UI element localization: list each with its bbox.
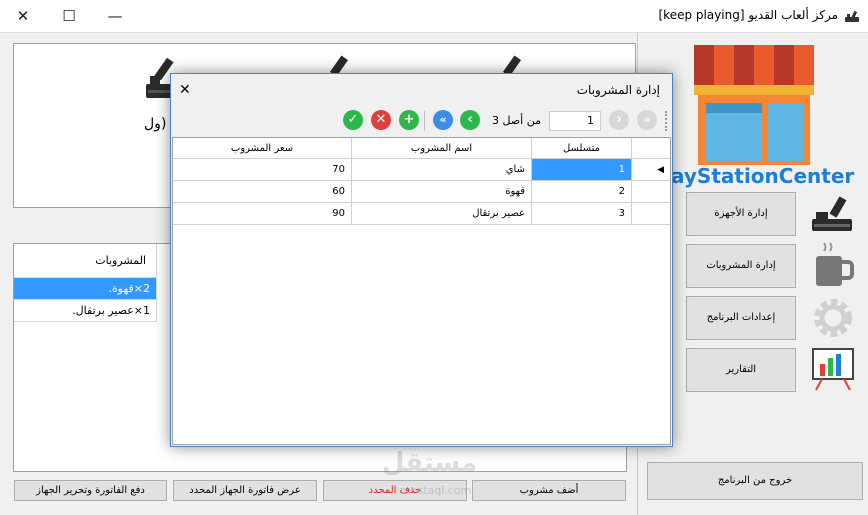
chart-board-icon [812, 348, 854, 391]
gear-icon [814, 299, 852, 337]
watermark-url: mostaql.com [400, 484, 472, 497]
check-icon: ✓ [347, 112, 359, 127]
exit-program-button[interactable]: خروج من البرنامج [647, 462, 863, 500]
row-header[interactable]: ◀ [632, 159, 670, 181]
chevron-left-icon: ‹ [467, 112, 473, 127]
drinks-grid: اسم المشروب سعر المشروب متسلسل 70 شاي 1 … [172, 137, 671, 445]
app-icon [845, 10, 859, 22]
position-input[interactable]: 1 [549, 111, 601, 131]
id-cell[interactable]: 1 [532, 159, 632, 181]
x-icon: ✕ [375, 112, 387, 127]
price-cell[interactable]: 90 [173, 203, 352, 225]
double-chevron-right-icon: » [643, 113, 651, 126]
maximize-window-button[interactable]: ☐ [46, 0, 92, 32]
orders-row[interactable]: 1×عصير برتقال. [14, 300, 157, 322]
store-icon [694, 45, 814, 165]
name-cell[interactable]: قهوة [352, 181, 532, 203]
program-settings-button[interactable]: إعدادات البرنامج [686, 296, 796, 340]
add-drink-button[interactable]: أضف مشروب [472, 480, 626, 501]
manage-drinks-button[interactable]: إدارة المشروبات [686, 244, 796, 288]
move-first-button[interactable]: « [433, 110, 453, 130]
id-cell[interactable]: 2 [532, 181, 632, 203]
orders-column-header[interactable]: المشروبات [14, 244, 157, 278]
dialog-close-button[interactable]: ✕ [179, 82, 191, 98]
save-button[interactable]: ✓ [343, 110, 363, 130]
move-next-button[interactable]: › [609, 110, 629, 130]
maximize-icon: ☐ [62, 7, 76, 25]
chevron-right-icon: › [616, 112, 622, 127]
price-cell[interactable]: 60 [173, 181, 352, 203]
pay-invoice-button[interactable]: دفع الفاتورة وتحرير الجهاز [14, 480, 167, 501]
close-icon: ✕ [179, 82, 191, 98]
console-icon [812, 196, 852, 231]
toolbar-separator [424, 111, 425, 131]
manage-devices-button[interactable]: إدارة الأجهزة [686, 192, 796, 236]
name-cell[interactable]: شاي [352, 159, 532, 181]
close-window-button[interactable]: ✕ [0, 0, 46, 32]
id-cell[interactable]: 3 [532, 203, 632, 225]
orders-row[interactable]: 2×قهوة. [14, 278, 157, 300]
move-previous-button[interactable]: ‹ [460, 110, 480, 130]
row-header[interactable] [632, 181, 670, 203]
drinks-dialog: ✕ إدارة المشروبات ✓ ✕ + « ‹ من أصل 3 1 ›… [170, 73, 673, 447]
current-row-arrow-icon: ◀ [657, 165, 664, 175]
title-bar: ✕ ☐ — مركز ألعاب القديو [keep playing] [0, 0, 868, 32]
column-header-price[interactable]: سعر المشروب [173, 138, 352, 159]
minimize-window-button[interactable]: — [92, 0, 138, 32]
plus-icon: + [403, 112, 415, 127]
column-header-id[interactable]: متسلسل [532, 138, 632, 159]
add-new-button[interactable]: + [399, 110, 419, 130]
close-icon: ✕ [16, 7, 30, 25]
name-cell[interactable]: عصير برتقال [352, 203, 532, 225]
delete-button[interactable]: ✕ [371, 110, 391, 130]
price-cell[interactable]: 70 [173, 159, 352, 181]
row-header[interactable] [632, 203, 670, 225]
show-invoice-button[interactable]: عرض فاتورة الجهاز المحدد [173, 480, 317, 501]
window-title: مركز ألعاب القديو [keep playing] [658, 8, 838, 22]
double-chevron-left-icon: « [439, 113, 447, 126]
brand-name: ayStationCenter [671, 164, 855, 188]
move-last-button[interactable]: » [637, 110, 657, 130]
dialog-title: إدارة المشروبات [576, 83, 660, 97]
binding-navigator: ✓ ✕ + « ‹ من أصل 3 1 › » [171, 107, 672, 137]
row-header-corner [632, 138, 670, 159]
column-header-name[interactable]: اسم المشروب [352, 138, 532, 159]
position-count: من أصل 3 [492, 114, 541, 127]
minimize-icon: — [107, 7, 123, 25]
toolbar-grip [665, 111, 667, 131]
watermark-text: مستقل [382, 448, 478, 478]
device-label: ول) [144, 116, 167, 132]
reports-button[interactable]: التقارير [686, 348, 796, 392]
mug-icon [816, 242, 854, 286]
